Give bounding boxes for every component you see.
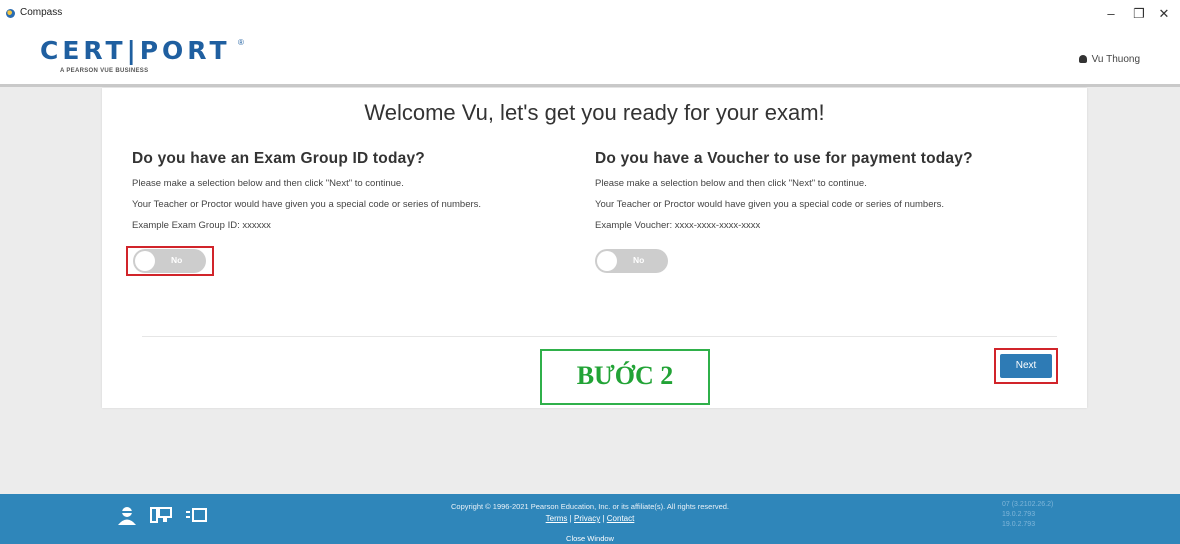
voucher-section: Do you have a Voucher to use for payment… (595, 150, 1065, 241)
exam-group-heading: Do you have an Exam Group ID today? (132, 150, 425, 167)
toggle-label: No (171, 255, 183, 265)
minimize-button[interactable]: – (1100, 4, 1122, 24)
close-button[interactable]: ✕ (1153, 4, 1175, 24)
user-name: Vu Thuong (1091, 54, 1140, 65)
link-separator: | (569, 514, 572, 523)
toggle-knob (597, 251, 617, 271)
version-line: 07 (3.2102.26.2) (1002, 501, 1054, 508)
app-footer: Copyright © 1996-2021 Pearson Education,… (0, 494, 1180, 544)
logo-subtitle: A PEARSON VUE BUSINESS (60, 68, 149, 74)
step-label: BƯỚC 2 (576, 361, 674, 390)
exam-group-instruction: Please make a selection below and then c… (132, 178, 404, 189)
voucher-hint: Your Teacher or Proctor would have given… (595, 199, 945, 210)
certiport-logo: CERT|PORT (40, 36, 231, 65)
toggle-knob (135, 251, 155, 271)
window-titlebar: Compass – ❐ ✕ (0, 0, 1180, 28)
compass-app-icon (6, 9, 15, 18)
version-line: 19.0.2.793 (1002, 521, 1036, 528)
window-title: Compass (20, 7, 63, 18)
privacy-link[interactable]: Privacy (574, 514, 600, 523)
section-divider (142, 336, 1057, 337)
exam-group-toggle[interactable]: No (133, 249, 206, 273)
exam-group-section: Do you have an Exam Group ID today? Plea… (132, 150, 602, 241)
voucher-heading: Do you have a Voucher to use for payment… (595, 150, 973, 167)
exam-setup-card: Welcome Vu, let's get you ready for your… (102, 88, 1087, 408)
close-window-link[interactable]: Close Window (0, 534, 1180, 543)
user-icon (1078, 55, 1087, 64)
logo-trademark: ® (238, 38, 244, 47)
contact-link[interactable]: Contact (607, 514, 635, 523)
exam-group-toggle-highlight: No (126, 246, 214, 276)
voucher-instruction: Please make a selection below and then c… (595, 178, 867, 189)
step-annotation: BƯỚC 2 (540, 349, 710, 405)
welcome-heading: Welcome Vu, let's get you ready for your… (364, 100, 825, 125)
app-header: CERT|PORT ® A PEARSON VUE BUSINESS Vu Th… (0, 28, 1180, 87)
toggle-label: No (633, 255, 645, 265)
maximize-button[interactable]: ❐ (1128, 4, 1150, 24)
link-separator: | (602, 514, 605, 523)
exam-group-hint: Your Teacher or Proctor would have given… (132, 199, 482, 210)
voucher-example: Example Voucher: xxxx-xxxx-xxxx-xxxx (595, 220, 761, 231)
exam-group-example: Example Exam Group ID: xxxxxx (132, 220, 271, 231)
terms-link[interactable]: Terms (546, 514, 568, 523)
user-menu[interactable]: Vu Thuong (1078, 54, 1140, 65)
version-info: 07 (3.2102.26.2) 19.0.2.793 19.0.2.793 (1002, 500, 1053, 530)
voucher-toggle[interactable]: No (595, 249, 668, 273)
next-button[interactable]: Next (1000, 354, 1052, 378)
version-line: 19.0.2.793 (1002, 511, 1036, 518)
next-button-highlight: Next (994, 348, 1058, 384)
